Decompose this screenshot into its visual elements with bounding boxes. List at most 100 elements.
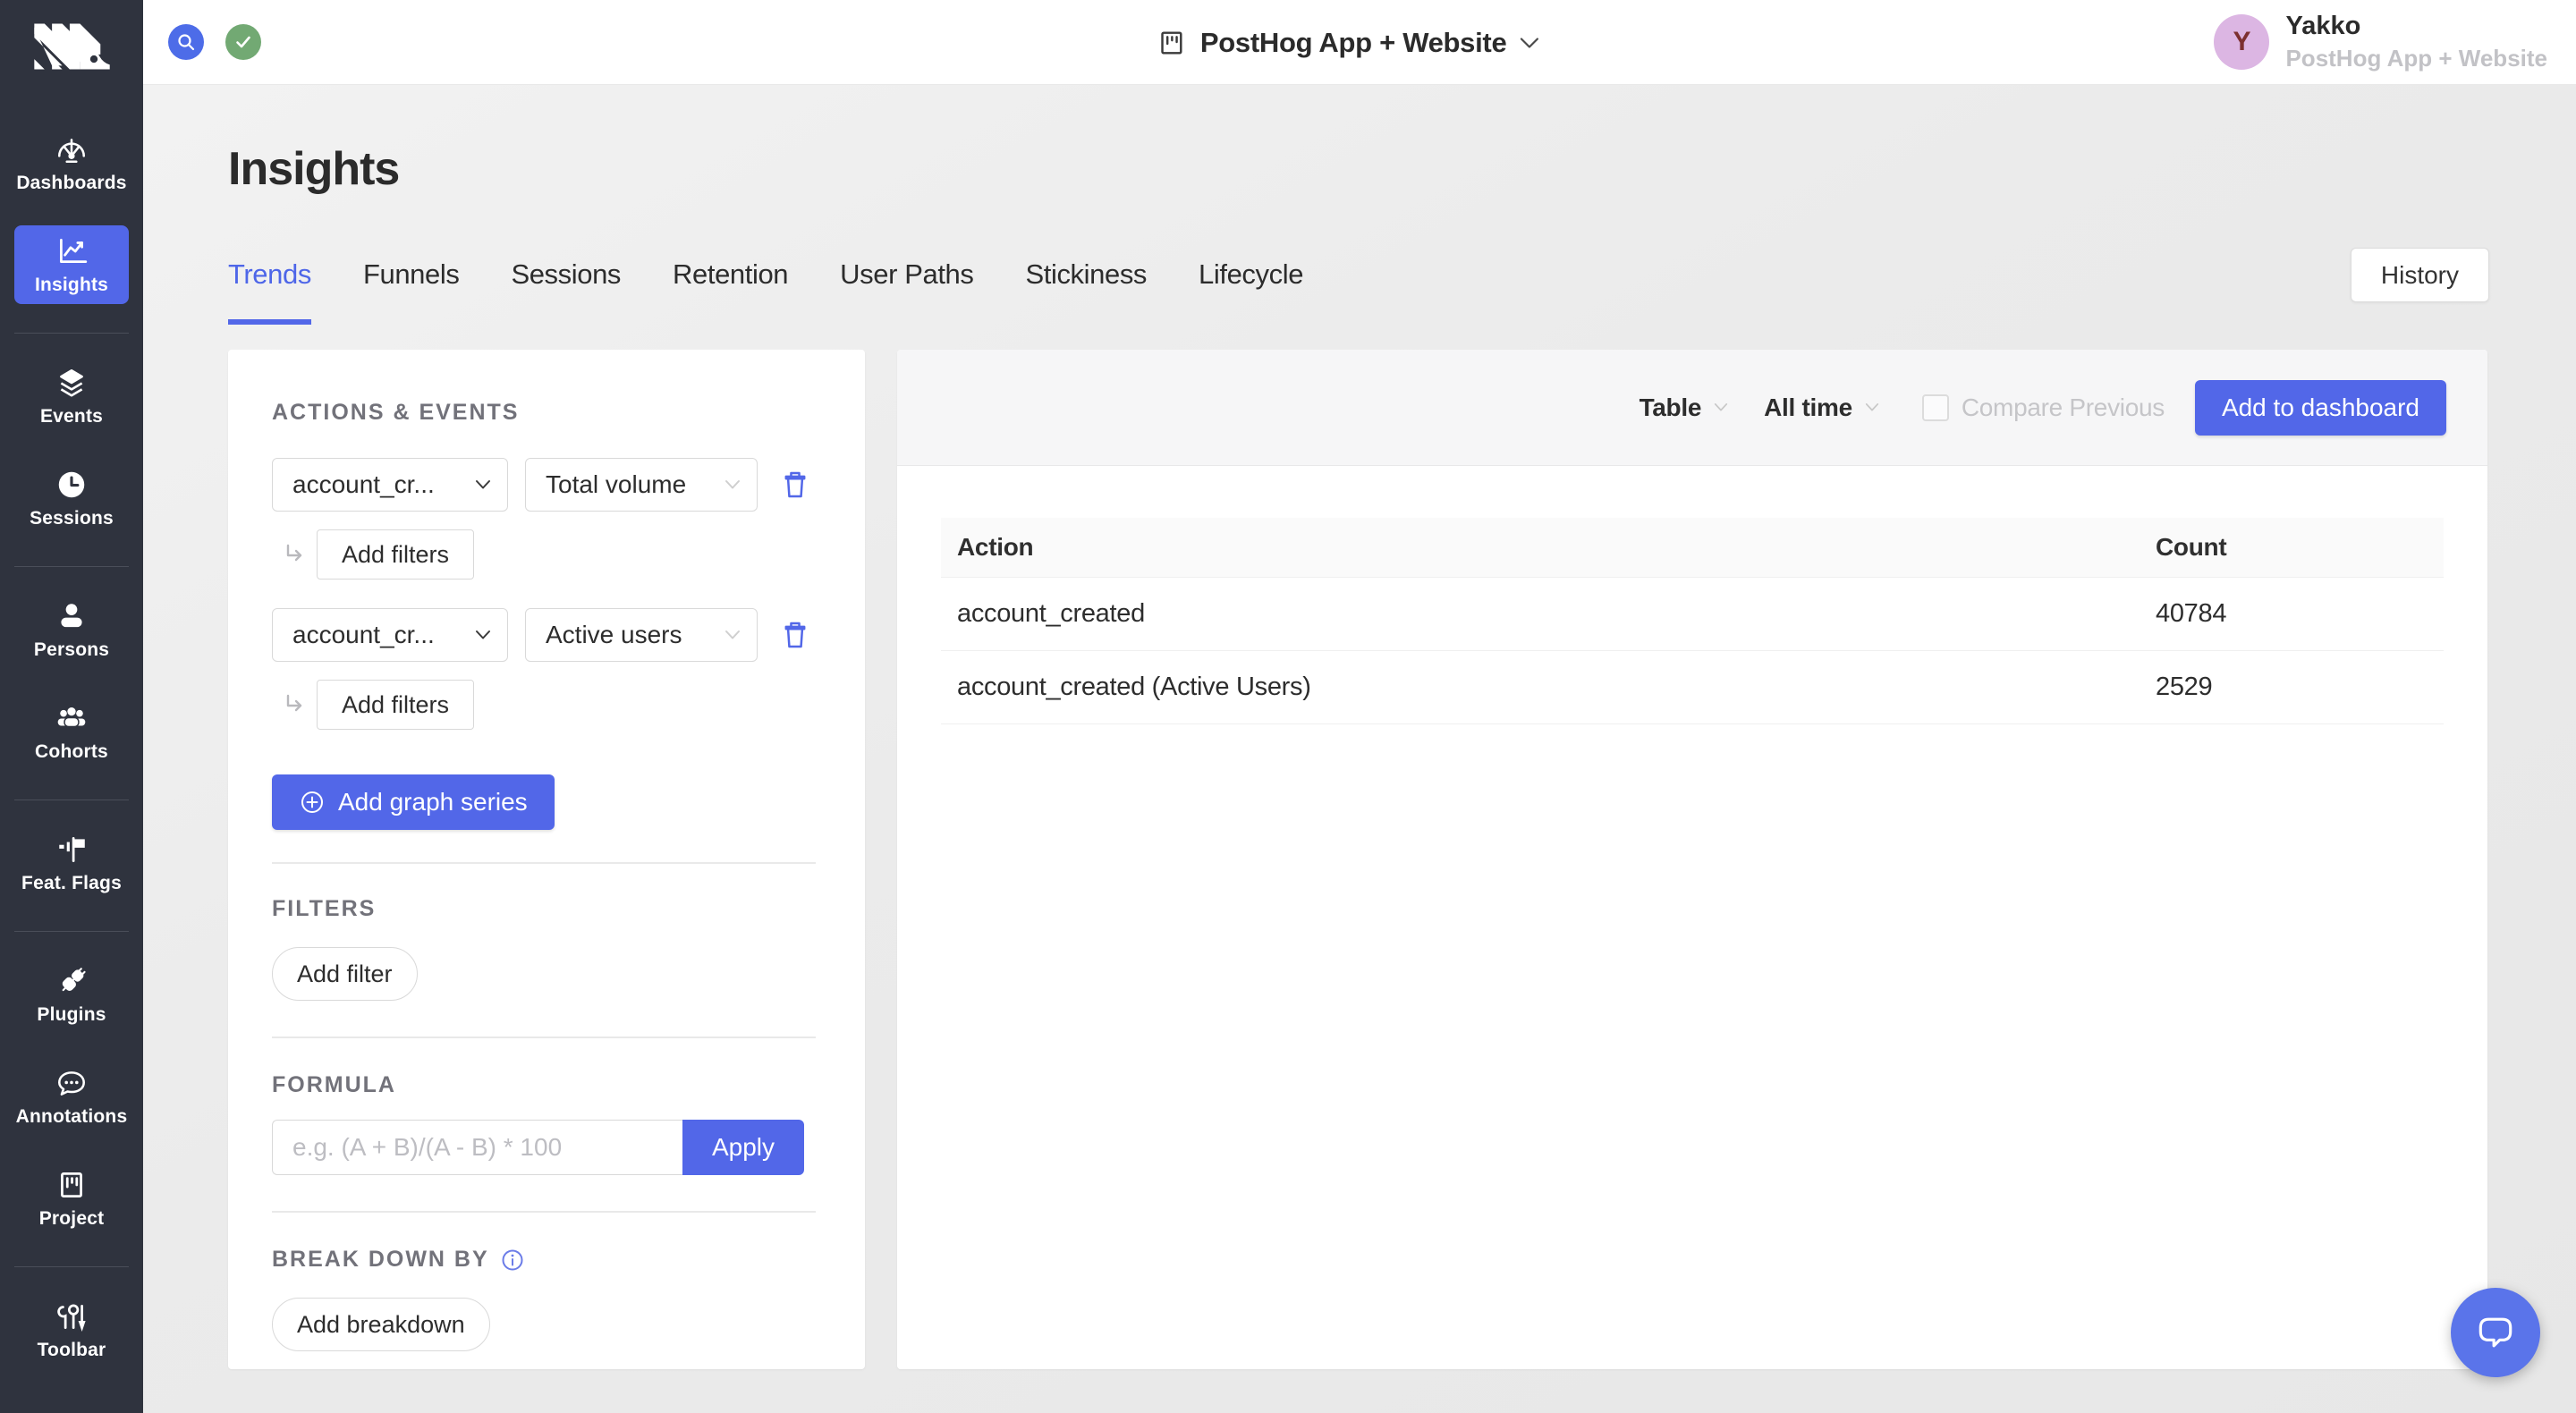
- dashboards-gauge-icon: [55, 132, 89, 166]
- add-filters-button-a[interactable]: Add filters: [317, 529, 474, 580]
- math-select-b[interactable]: Active users: [525, 608, 758, 662]
- sidebar-item-annotations[interactable]: Annotations: [14, 1057, 129, 1136]
- sidebar-item-insights[interactable]: Insights: [14, 225, 129, 304]
- column-header-action: Action: [941, 518, 2140, 577]
- toolbar-tools-icon: [55, 1299, 89, 1333]
- events-layers-icon: [55, 366, 89, 400]
- add-graph-series-label: Add graph series: [338, 788, 528, 816]
- tab-trends[interactable]: Trends: [228, 258, 311, 325]
- sidebar-item-label: Toolbar: [38, 1340, 106, 1361]
- delete-series-b-button[interactable]: [777, 615, 813, 655]
- sidebar-item-feature-flags[interactable]: Feat. Flags: [14, 824, 129, 902]
- add-filters-row-a: Add filters: [272, 529, 821, 580]
- cell-action: account_created (Active Users): [941, 650, 2140, 723]
- compare-previous-label: Compare Previous: [1962, 393, 2165, 422]
- date-range-select[interactable]: All time: [1764, 393, 1879, 422]
- insight-tabs: Trends Funnels Sessions Retention User P…: [228, 258, 2576, 325]
- formula-heading-text: FORMULA: [272, 1072, 396, 1098]
- sidebar-item-plugins[interactable]: Plugins: [14, 955, 129, 1034]
- add-filters-button-b[interactable]: Add filters: [317, 680, 474, 730]
- apply-formula-button[interactable]: Apply: [682, 1120, 804, 1175]
- user-menu[interactable]: Y Yakko PostHog App + Website: [2214, 12, 2547, 72]
- math-select-b-value: Active users: [546, 621, 682, 649]
- history-button[interactable]: History: [2351, 248, 2489, 302]
- cohorts-group-icon: [55, 701, 89, 735]
- sidebar-item-toolbar[interactable]: Toolbar: [14, 1290, 129, 1369]
- sidebar-item-cohorts[interactable]: Cohorts: [14, 692, 129, 771]
- user-name: Yakko: [2285, 12, 2547, 41]
- event-select-b[interactable]: account_cr...: [272, 608, 508, 662]
- search-button[interactable]: [168, 24, 204, 60]
- project-selector[interactable]: PostHog App + Website: [1157, 0, 1539, 85]
- event-select-b-value: account_cr...: [292, 621, 435, 649]
- sidebar-nav: Dashboards Insights Events Se: [0, 123, 143, 1392]
- section-divider: [272, 1036, 816, 1038]
- sidebar-item-persons[interactable]: Persons: [14, 590, 129, 669]
- formula-input[interactable]: [272, 1120, 682, 1175]
- persons-user-icon: [55, 599, 89, 633]
- plus-circle-icon: [299, 789, 326, 816]
- sidebar-item-dashboards[interactable]: Dashboards: [14, 123, 129, 202]
- add-to-dashboard-button[interactable]: Add to dashboard: [2195, 380, 2446, 436]
- chevron-down-icon: [1714, 402, 1728, 412]
- user-organization: PostHog App + Website: [2285, 45, 2547, 72]
- user-meta: Yakko PostHog App + Website: [2285, 12, 2547, 72]
- series-row-b: account_cr... Active users: [272, 608, 821, 662]
- section-divider: [272, 862, 816, 864]
- event-select-a[interactable]: account_cr...: [272, 458, 508, 512]
- add-graph-series-button[interactable]: Add graph series: [272, 774, 555, 830]
- avatar-initial: Y: [2233, 27, 2250, 57]
- filters-heading-text: FILTERS: [272, 896, 376, 922]
- add-breakdown-button[interactable]: Add breakdown: [272, 1298, 490, 1351]
- trash-icon: [782, 470, 809, 500]
- table-row[interactable]: account_created (Active Users) 2529: [941, 650, 2444, 723]
- main-content: Insights Trends Funnels Sessions Retenti…: [143, 85, 2576, 1413]
- chevron-down-icon: [475, 630, 491, 640]
- event-select-a-value: account_cr...: [292, 470, 435, 499]
- formula-heading: FORMULA: [272, 1072, 821, 1098]
- section-divider: [272, 1211, 816, 1213]
- posthog-logo[interactable]: [27, 13, 116, 82]
- sidebar-item-label: Sessions: [30, 508, 114, 529]
- tab-sessions[interactable]: Sessions: [511, 258, 621, 325]
- add-filter-button[interactable]: Add filter: [272, 947, 418, 1001]
- query-editor-panel: ACTIONS & EVENTS account_cr... Total vol…: [228, 350, 865, 1369]
- tab-retention[interactable]: Retention: [673, 258, 788, 325]
- status-check-button[interactable]: [225, 24, 261, 60]
- delete-series-a-button[interactable]: [777, 465, 813, 504]
- insights-chart-icon: [55, 234, 89, 268]
- compare-previous-checkbox[interactable]: [1922, 394, 1949, 421]
- column-header-count: Count: [2140, 518, 2444, 577]
- cell-action: account_created: [941, 577, 2140, 650]
- tab-stickiness[interactable]: Stickiness: [1025, 258, 1147, 325]
- sidebar-divider: [14, 566, 129, 567]
- tab-user-paths[interactable]: User Paths: [840, 258, 973, 325]
- sidebar-item-events[interactable]: Events: [14, 357, 129, 436]
- tab-funnels[interactable]: Funnels: [363, 258, 460, 325]
- table-header-row: Action Count: [941, 518, 2444, 577]
- sidebar-item-project[interactable]: Project: [14, 1159, 129, 1238]
- plugins-plug-icon: [55, 964, 89, 998]
- posthog-hedgehog-icon: [27, 13, 116, 85]
- chevron-down-icon: [475, 479, 491, 490]
- sidebar: Dashboards Insights Events Se: [0, 0, 143, 1413]
- cell-count: 2529: [2140, 650, 2444, 723]
- results-panel: Table All time Compare Previous Add to d…: [897, 350, 2487, 1369]
- actions-events-heading-text: ACTIONS & EVENTS: [272, 400, 519, 426]
- chat-bubble-icon: [2472, 1309, 2519, 1356]
- table-row[interactable]: account_created 40784: [941, 577, 2444, 650]
- chat-launcher-button[interactable]: [2451, 1288, 2540, 1377]
- compare-previous-toggle[interactable]: Compare Previous: [1922, 393, 2165, 422]
- chart-type-select[interactable]: Table: [1640, 393, 1729, 422]
- add-to-dashboard-label: Add to dashboard: [2222, 393, 2419, 422]
- actions-events-heading: ACTIONS & EVENTS: [272, 400, 821, 426]
- info-icon[interactable]: [500, 1248, 525, 1273]
- tab-lifecycle[interactable]: Lifecycle: [1199, 258, 1303, 325]
- results-body: Action Count account_created 40784 accou…: [897, 466, 2487, 1369]
- sidebar-item-sessions[interactable]: Sessions: [14, 459, 129, 537]
- date-range-value: All time: [1764, 393, 1852, 422]
- project-icon: [55, 1168, 89, 1202]
- chevron-down-icon: [1865, 402, 1879, 412]
- trash-icon: [782, 620, 809, 650]
- math-select-a[interactable]: Total volume: [525, 458, 758, 512]
